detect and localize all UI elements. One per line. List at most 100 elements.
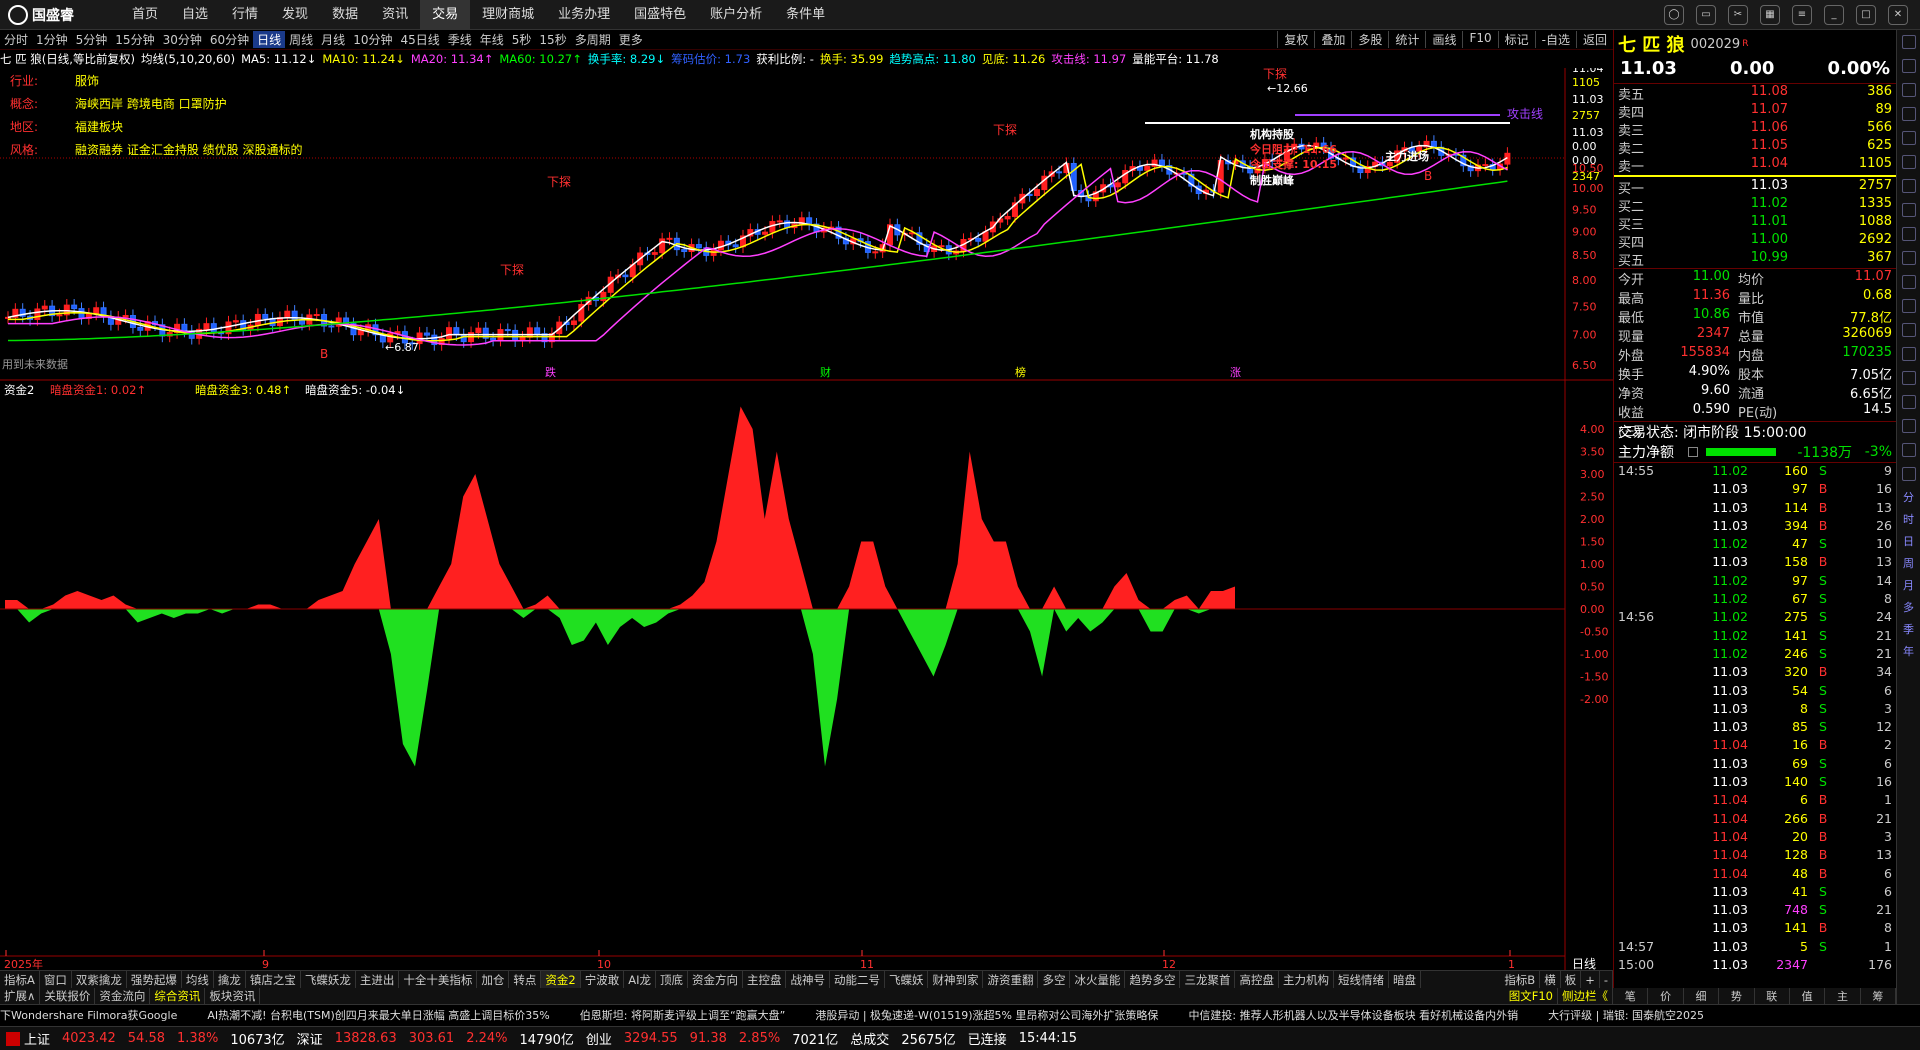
news-item[interactable]: 下Wondershare Filmora获Google <box>0 1007 177 1023</box>
skin-icon[interactable]: ▭ <box>1696 4 1716 25</box>
period-item-16[interactable]: 更多 <box>615 31 647 48</box>
news-item[interactable]: 大行评级 | 瑞银: 国泰航空2025 <box>1548 1007 1704 1023</box>
sidebar-period-5[interactable]: 多 <box>1903 599 1914 615</box>
pie-icon[interactable] <box>1901 299 1916 313</box>
grid-icon[interactable] <box>1901 107 1916 121</box>
extend-tab-2[interactable]: 资金流向 <box>95 988 151 1004</box>
period-action-4[interactable]: 画线 <box>1425 31 1462 48</box>
quote-tab-4[interactable]: 联 <box>1755 988 1790 1004</box>
orderbook-row[interactable]: 卖四 11.07 89 <box>1614 102 1896 121</box>
indicator-tab-20[interactable]: 飞蝶妖 <box>885 971 929 988</box>
doc-icon[interactable] <box>1901 203 1916 217</box>
indicator-tab-27[interactable]: 高控盘 <box>1235 971 1279 988</box>
news-item[interactable]: AI热潮不减! 台积电(TSM)创四月来最大单日涨幅 高盛上调目标价35% <box>207 1007 549 1023</box>
nav-item-5[interactable]: 资讯 <box>370 0 420 30</box>
period-action-7[interactable]: -自选 <box>1534 31 1576 48</box>
quote-tab-2[interactable]: 细 <box>1684 988 1720 1004</box>
message-icon[interactable]: ◯ <box>1664 4 1684 25</box>
news-item[interactable]: 港股异动 | 极兔速递-W(01519)涨超5% 里昂称对公司海外扩张策略保 <box>815 1007 1158 1023</box>
arrow-down-icon[interactable] <box>1901 467 1916 481</box>
indicator-tab-right-4[interactable]: - <box>1600 971 1613 988</box>
main-flow-toggle-icon[interactable] <box>1688 447 1698 457</box>
nav-item-8[interactable]: 业务办理 <box>546 0 622 30</box>
news-item[interactable]: 伯恩斯坦: 将阿斯麦评级上调至“跑赢大盘” <box>580 1007 786 1023</box>
mail-icon[interactable] <box>1901 275 1916 289</box>
period-action-2[interactable]: 多股 <box>1351 31 1388 48</box>
quote-tab-0[interactable]: 笔 <box>1613 988 1649 1004</box>
minimize-icon[interactable]: _ <box>1824 4 1844 25</box>
period-item-4[interactable]: 30分钟 <box>159 31 206 48</box>
nav-item-9[interactable]: 国盛特色 <box>622 0 698 30</box>
indicator-tab-0[interactable]: 指标A <box>0 971 40 988</box>
period-action-5[interactable]: F10 <box>1462 31 1497 48</box>
period-action-8[interactable]: 返回 <box>1575 31 1613 48</box>
layout-icon[interactable]: ▦ <box>1760 4 1780 25</box>
nav-item-6[interactable]: 交易 <box>420 0 471 30</box>
orderbook-row[interactable]: 买二 11.02 1335 <box>1614 196 1896 215</box>
indicator-tab-10[interactable]: 加仓 <box>477 971 510 988</box>
news-ticker[interactable]: 下Wondershare Filmora获Google AI热潮不减! 台积电(T… <box>0 1004 1920 1024</box>
chart-icon[interactable] <box>1901 83 1916 97</box>
extend-tab-right-1[interactable]: 侧边栏《 <box>1558 988 1613 1004</box>
indicator-tab-24[interactable]: 冰火量能 <box>1070 971 1126 988</box>
period-item-13[interactable]: 5秒 <box>508 31 536 48</box>
nav-item-1[interactable]: 自选 <box>170 0 220 30</box>
people-icon[interactable] <box>1901 155 1916 169</box>
indicator-tab-1[interactable]: 窗口 <box>40 971 72 988</box>
orderbook-row[interactable]: 卖一 11.04 1105 <box>1614 156 1896 175</box>
arrows-icon[interactable] <box>1901 443 1916 457</box>
indicator-tab-22[interactable]: 游资重翻 <box>983 971 1039 988</box>
period-action-0[interactable]: 复权 <box>1277 31 1314 48</box>
orderbook-row[interactable]: 卖五 11.08 386 <box>1614 84 1896 103</box>
indicator-tab-29[interactable]: 短线情绪 <box>1334 971 1389 988</box>
sidebar-period-7[interactable]: 年 <box>1903 643 1914 659</box>
nav-item-4[interactable]: 数据 <box>320 0 370 30</box>
indicator-tab-23[interactable]: 多空 <box>1038 971 1071 988</box>
tick-list[interactable]: 14:55 11.02 160 S 9 11.03 97 B 16 11.03 114 B 13 11.0… <box>1614 463 1896 975</box>
nav-item-7[interactable]: 理财商城 <box>470 0 546 30</box>
period-item-8[interactable]: 月线 <box>317 31 349 48</box>
indicator-tab-25[interactable]: 趋势多空 <box>1125 971 1181 988</box>
orderbook-row[interactable]: 买一 11.03 2757 <box>1614 178 1896 197</box>
orderbook-row[interactable]: 卖三 11.06 566 <box>1614 120 1896 139</box>
quote-tab-5[interactable]: 值 <box>1790 988 1826 1004</box>
indicator-tab-30[interactable]: 暗盘 <box>1389 971 1421 988</box>
calc-icon[interactable] <box>1901 179 1916 193</box>
menu-icon[interactable]: ≡ <box>1792 4 1812 25</box>
indicator-tab-12[interactable]: 资金2 <box>541 971 581 988</box>
indicator-tab-4[interactable]: 均线 <box>182 971 214 988</box>
indicator-tab-9[interactable]: 十全十美指标 <box>399 971 478 988</box>
extend-tab-4[interactable]: 板块资讯 <box>205 988 261 1004</box>
period-item-9[interactable]: 10分钟 <box>349 31 396 48</box>
sidebar-period-4[interactable]: 月 <box>1903 577 1914 593</box>
nav-item-10[interactable]: 账户分析 <box>698 0 774 30</box>
indicator-tab-2[interactable]: 双紫擒龙 <box>72 971 127 988</box>
period-item-10[interactable]: 45日线 <box>396 31 443 48</box>
indicator-tab-13[interactable]: 宁波敢 <box>581 971 625 988</box>
quote-tab-3[interactable]: 势 <box>1719 988 1755 1004</box>
period-item-12[interactable]: 年线 <box>476 31 508 48</box>
sidebar-period-1[interactable]: 时 <box>1903 511 1914 527</box>
quote-tab-1[interactable]: 价 <box>1648 988 1684 1004</box>
orderbook-row[interactable]: 买三 11.01 1088 <box>1614 214 1896 233</box>
orderbook-row[interactable]: 卖二 11.05 625 <box>1614 138 1896 157</box>
share-icon[interactable] <box>1901 371 1916 385</box>
extend-tab-right-0[interactable]: 图文F10 <box>1505 988 1558 1004</box>
flag-icon[interactable] <box>1901 419 1916 433</box>
nav-item-2[interactable]: 行情 <box>220 0 270 30</box>
indicator-tab-15[interactable]: 顶底 <box>656 971 688 988</box>
sidebar-period-2[interactable]: 日 <box>1903 533 1914 549</box>
maximize-icon[interactable]: □ <box>1856 4 1876 25</box>
period-action-6[interactable]: 标记 <box>1497 31 1535 48</box>
flow-icon[interactable] <box>1901 227 1916 241</box>
indicator-tab-8[interactable]: 主进出 <box>356 971 400 988</box>
nav-item-3[interactable]: 发现 <box>270 0 320 30</box>
indicator-tab-26[interactable]: 三龙聚首 <box>1180 971 1236 988</box>
extend-tab-1[interactable]: 关联报价 <box>40 988 96 1004</box>
period-action-3[interactable]: 统计 <box>1388 31 1425 48</box>
indicator-tab-16[interactable]: 资金方向 <box>688 971 743 988</box>
period-item-5[interactable]: 60分钟 <box>206 31 253 48</box>
sidebar-period-3[interactable]: 周 <box>1903 555 1914 571</box>
f10-icon[interactable] <box>1901 323 1916 337</box>
period-item-3[interactable]: 15分钟 <box>111 31 158 48</box>
